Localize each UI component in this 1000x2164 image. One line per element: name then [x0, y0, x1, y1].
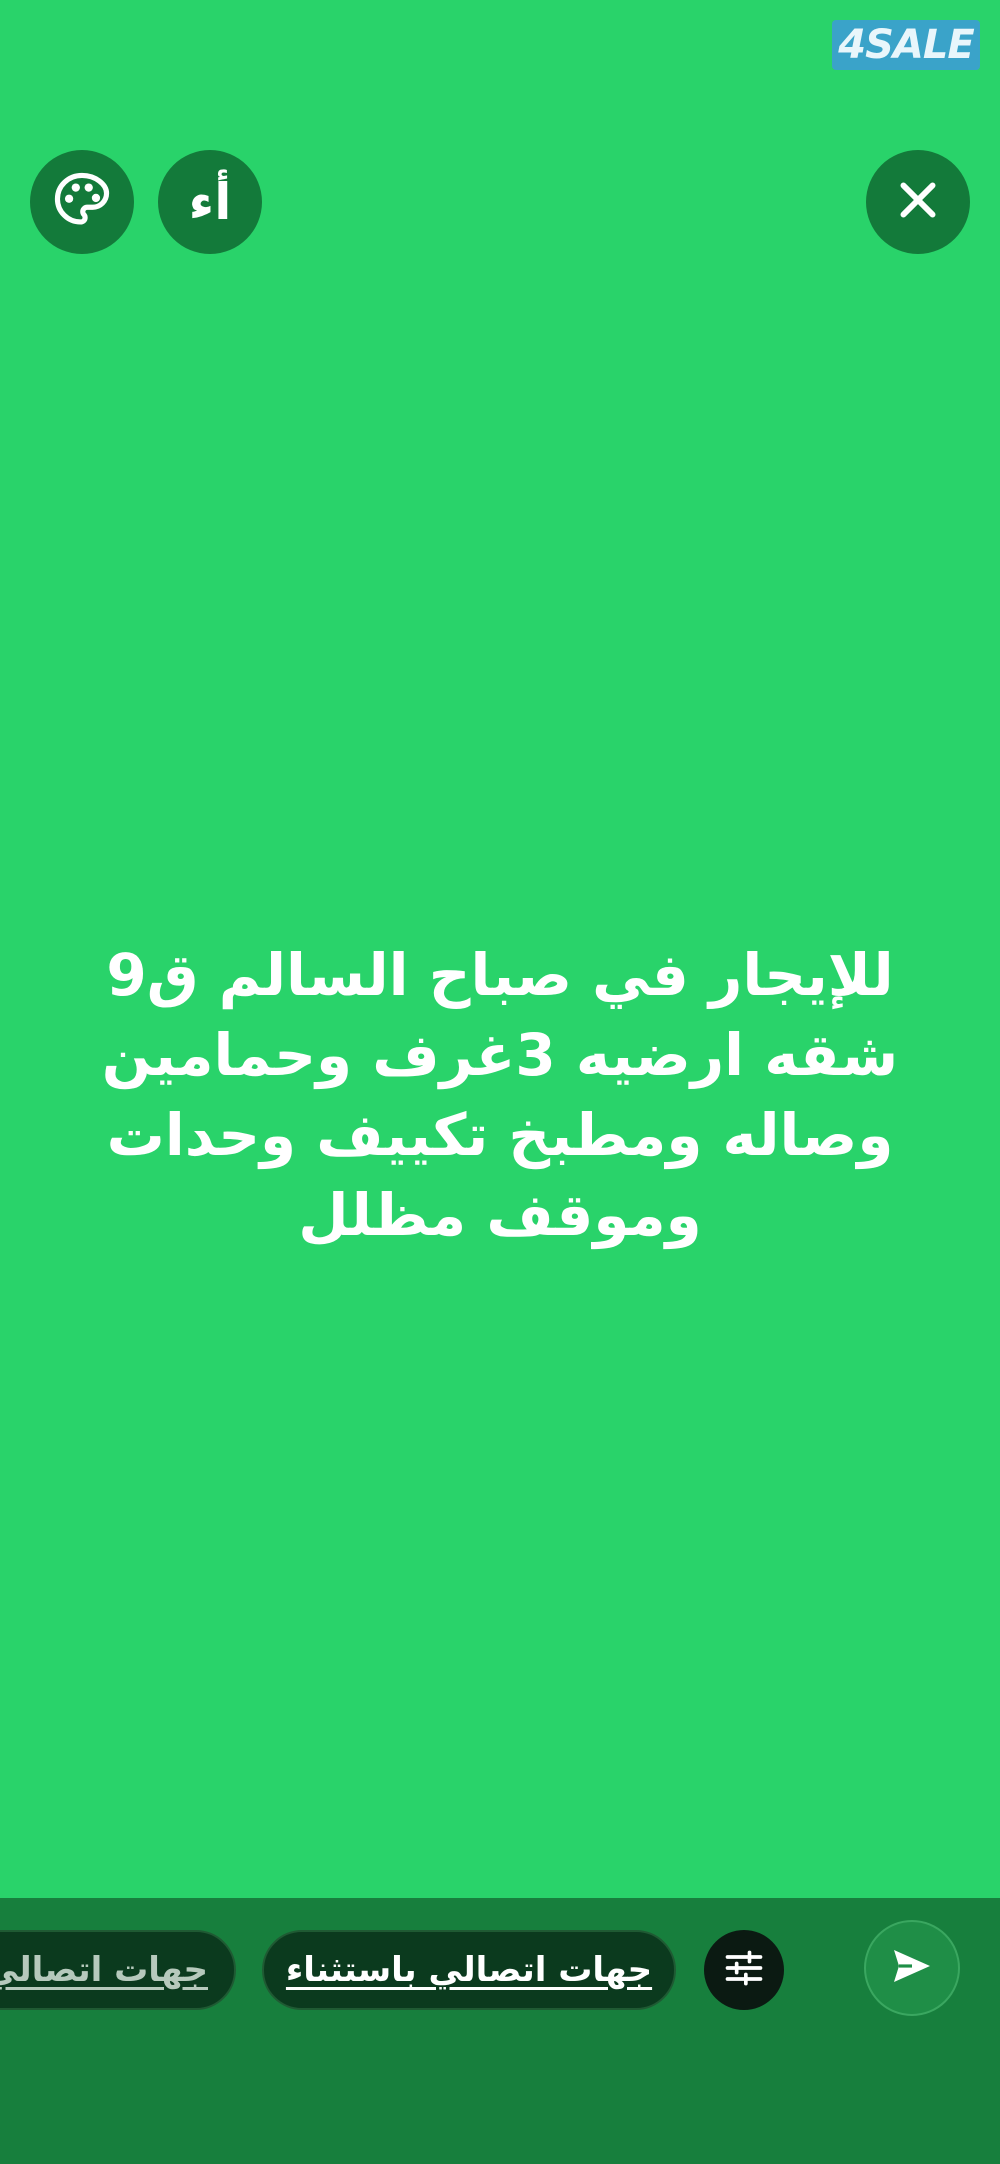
watermark-logo: 4SALE	[832, 20, 980, 70]
watermark-text: 4SALE	[838, 22, 974, 68]
sliders-icon	[722, 1946, 766, 1994]
send-icon	[888, 1942, 936, 1994]
audience-chip-my-contacts[interactable]: جهات اتصالي	[0, 1930, 236, 2010]
bottom-bar: جهات اتصالي جهات اتصالي باستثناء	[0, 1898, 1000, 2164]
text-style-label: أء	[188, 173, 232, 231]
close-button[interactable]	[866, 150, 970, 254]
audience-settings-button[interactable]	[704, 1930, 784, 2010]
audience-chip-label: جهات اتصالي باستثناء	[285, 1950, 653, 1990]
background-color-button[interactable]	[30, 150, 134, 254]
text-style-button[interactable]: أء	[158, 150, 262, 254]
audience-chip-label: جهات اتصالي	[0, 1950, 208, 1990]
status-composer-screen: 4SALE أء للإيجار في صباح السالم ق9 شقه ا…	[0, 0, 1000, 2164]
send-button[interactable]	[864, 1920, 960, 2016]
palette-icon	[51, 169, 113, 235]
status-text[interactable]: للإيجار في صباح السالم ق9 شقه ارضيه 3غرف…	[60, 935, 940, 1255]
audience-chip-contacts-except[interactable]: جهات اتصالي باستثناء	[262, 1930, 676, 2010]
close-icon	[893, 175, 943, 229]
